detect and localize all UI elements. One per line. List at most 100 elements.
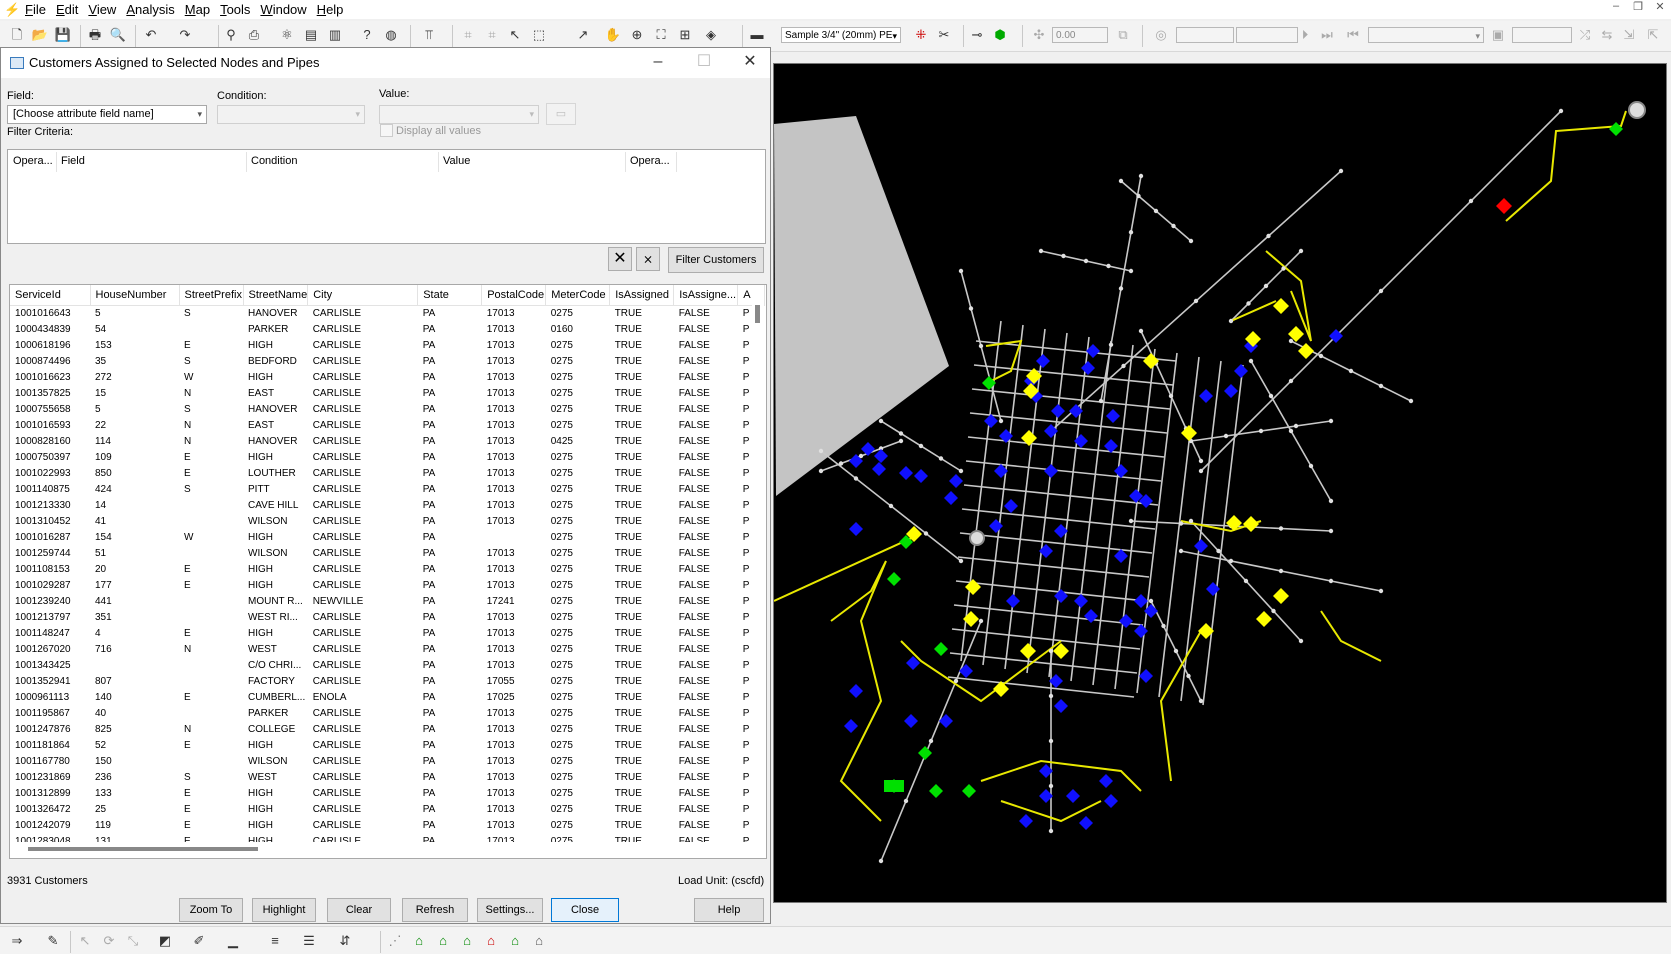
minimize-icon[interactable]: –	[1605, 0, 1627, 13]
table-row[interactable]: 1001357825 15 N EAST CARLISLE PA 17013 0275 TRUE…	[10, 386, 765, 402]
table-row[interactable]: 1000828160 114 N HANOVER CARLISLE PA 17013 0425…	[10, 434, 765, 450]
time-start-field[interactable]	[1176, 27, 1234, 43]
network-trace-icon[interactable]: ⚛	[278, 26, 296, 44]
table-row[interactable]: 1001259744 51 WILSON CARLISLE PA 17013 0275 TRU…	[10, 546, 765, 562]
menu-file[interactable]: File	[20, 2, 51, 17]
add-node-icon[interactable]: ⁜	[912, 26, 930, 44]
refresh-button[interactable]: Refresh	[402, 898, 468, 922]
help-button[interactable]: Help	[694, 898, 764, 922]
table-row[interactable]: 1001167780 150 WILSON CARLISLE PA 17013 0275 TR…	[10, 754, 765, 770]
table-row[interactable]: 1001312899 133 E HIGH CARLISLE PA 17013 0275 TRU…	[10, 786, 765, 802]
table-row[interactable]: 1001016593 22 N EAST CARLISLE PA 17013 0275 TRUE…	[10, 418, 765, 434]
column-header-extra[interactable]: A	[737, 285, 766, 306]
pen-select-icon[interactable]: ✎	[44, 932, 62, 950]
value-select[interactable]: ▾	[379, 105, 539, 124]
table-row[interactable]: 1001213797 351 WEST RI... CARLISLE PA 17013 02…	[10, 610, 765, 626]
table-row[interactable]: 1001181864 52 E HIGH CARLISLE PA 17013 0275 TRUE…	[10, 738, 765, 754]
zoom-window-icon[interactable]: ⊞	[676, 26, 694, 44]
scenario-name-field[interactable]	[1512, 27, 1572, 43]
table-row[interactable]: 1001140875 424 S PITT CARLISLE PA 17013 0275 TRU…	[10, 482, 765, 498]
scenario-select[interactable]: ▾	[1368, 27, 1484, 43]
close-icon[interactable]: ✕	[738, 51, 762, 73]
animation-icon[interactable]: ◎	[1152, 26, 1170, 44]
customers-grid[interactable]: ServiceId HouseNumber StreetPrefix StreetNa…	[9, 284, 767, 859]
close-button[interactable]: Close	[551, 898, 619, 922]
layers-icon[interactable]: ◈	[702, 26, 720, 44]
zoom-extents-icon[interactable]: ⛶	[652, 26, 670, 44]
text-color-icon[interactable]: ▁	[224, 932, 242, 950]
help-book-icon[interactable]: ?	[358, 26, 376, 44]
table-row[interactable]: 1000618196 153 E HIGH CARLISLE PA 17013 0275 TRU…	[10, 338, 765, 354]
dialog-title-bar[interactable]: Customers Assigned to Selected Nodes and…	[1, 48, 770, 78]
column-header-service-id[interactable]: ServiceId	[10, 285, 91, 306]
column-header-is-assigned[interactable]: IsAssigned	[609, 285, 675, 306]
table-row[interactable]: 1001022993 850 E LOUTHER CARLISLE PA 17013 0275…	[10, 466, 765, 482]
globe-icon[interactable]: ◍	[382, 26, 400, 44]
select-shape-icon[interactable]: ↖	[76, 932, 94, 950]
filter-customers-button[interactable]: Filter Customers	[668, 247, 764, 273]
clear-button[interactable]: Clear	[327, 898, 391, 922]
column-header-state[interactable]: State	[417, 285, 483, 306]
table-row[interactable]: 1001029287 177 E HIGH CARLISLE PA 17013 0275 TRU…	[10, 578, 765, 594]
time-end-field[interactable]	[1236, 27, 1298, 43]
table-row[interactable]: 1001247876 825 N COLLEGE CARLISLE PA 17013 0275…	[10, 722, 765, 738]
rotate-icon[interactable]: ⟳	[100, 932, 118, 950]
trace-shortest-icon[interactable]: ⌂	[506, 932, 524, 950]
trace-upstream-icon[interactable]: ⌂	[410, 932, 428, 950]
restore-icon[interactable]: ❐	[1627, 0, 1649, 13]
settings-button[interactable]: Settings...	[477, 898, 543, 922]
green-region-icon[interactable]: ⬢	[991, 26, 1009, 44]
menu-map[interactable]: Map	[180, 2, 215, 17]
column-header-city[interactable]: City	[307, 285, 419, 306]
compare-icon[interactable]: ⇆	[1598, 26, 1616, 44]
vertical-scroll-thumb[interactable]	[755, 305, 760, 323]
line-weight-icon[interactable]: ≡	[266, 932, 284, 950]
edit-pipe-icon[interactable]: ⌗	[483, 26, 501, 44]
delete-node-icon[interactable]: ✂	[935, 26, 953, 44]
table-row[interactable]: 1001267020 716 N WEST CARLISLE PA 17013 0275 TRU…	[10, 642, 765, 658]
close-icon[interactable]: ✕	[1649, 0, 1671, 13]
line-color-icon[interactable]: ✐	[190, 932, 208, 950]
trace-fire-icon[interactable]: ⌂	[482, 932, 500, 950]
zoom-in-icon[interactable]: ⊕	[628, 26, 646, 44]
menu-tools[interactable]: Tools	[215, 2, 255, 17]
map-view[interactable]	[773, 63, 1667, 903]
add-criteria-button[interactable]: ▭	[546, 103, 576, 125]
vertical-scrollbar[interactable]	[752, 305, 764, 842]
print-preview-icon[interactable]: 🔍	[109, 26, 127, 44]
table-row[interactable]: 1001016643 5 S HANOVER CARLISLE PA 17013 0275 TR…	[10, 306, 765, 323]
valve-icon[interactable]: ⊸	[968, 26, 986, 44]
zoom-value-field[interactable]: 0.00	[1052, 27, 1108, 43]
column-header-house-number[interactable]: HouseNumber	[90, 285, 180, 306]
display-all-checkbox[interactable]	[380, 124, 393, 137]
import-icon[interactable]: ⇲	[1620, 26, 1638, 44]
scale-shape-icon[interactable]: ⤡	[124, 932, 142, 950]
save-icon[interactable]: 💾	[54, 26, 72, 44]
arrow-style-icon[interactable]: ⇵	[336, 932, 354, 950]
trace-clear-icon[interactable]: ⌂	[530, 932, 548, 950]
pipe-tool-icon[interactable]: ⫪	[420, 26, 438, 44]
column-header-is-assigned-2[interactable]: IsAssigne...	[673, 285, 739, 306]
delete-criteria-button[interactable]: ✕	[608, 247, 632, 271]
network-map[interactable]	[774, 64, 1666, 902]
save-scenario-icon[interactable]: ▣	[1489, 26, 1507, 44]
table-row[interactable]: 1000961113 140 E CUMBERL... ENOLA PA 17025 0275…	[10, 690, 765, 706]
minimize-icon[interactable]: –	[646, 51, 670, 73]
play-icon[interactable]: ⏵	[1296, 26, 1314, 44]
undo-icon[interactable]: ↶	[142, 26, 160, 44]
table-row[interactable]: 1001231869 236 S WEST CARLISLE PA 17013 0275 TRU…	[10, 770, 765, 786]
fill-color-icon[interactable]: ◩	[156, 932, 174, 950]
table-row[interactable]: 1001108153 20 E HIGH CARLISLE PA 17013 0275 TRUE…	[10, 562, 765, 578]
table-row[interactable]: 1001195867 40 PARKER CARLISLE PA 17013 0275 TRU…	[10, 706, 765, 722]
edit-node-icon[interactable]: ⌗	[459, 26, 477, 44]
table-row[interactable]: 1001352941 807 FACTORY CARLISLE PA 17055 0275 T…	[10, 674, 765, 690]
scale-icon[interactable]: ⧉	[1114, 26, 1132, 44]
horizontal-scrollbar[interactable]	[10, 842, 766, 856]
table-row[interactable]: 1000750397 109 E HIGH CARLISLE PA 17013 0275 TRU…	[10, 450, 765, 466]
table-row[interactable]: 1001343425 C/O CHRI... CARLISLE PA 17013 0275…	[10, 658, 765, 674]
field-select[interactable]: [Choose attribute field name] ▾	[7, 105, 207, 124]
menu-help[interactable]: Help	[312, 2, 349, 17]
shuffle-icon[interactable]: ⤮	[1576, 26, 1594, 44]
trace-downstream-icon[interactable]: ⌂	[434, 932, 452, 950]
column-header-meter-code[interactable]: MeterCode	[545, 285, 611, 306]
